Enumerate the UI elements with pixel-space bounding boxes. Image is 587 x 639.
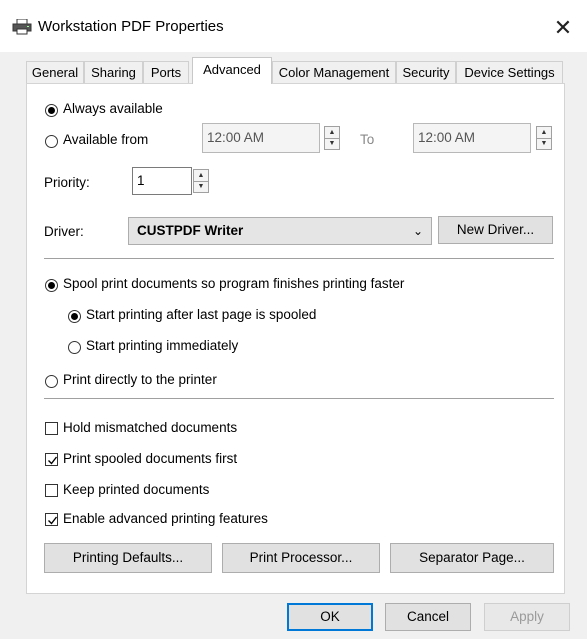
apply-button[interactable]: Apply: [484, 603, 570, 631]
new-driver-button[interactable]: New Driver...: [438, 216, 553, 244]
to-label: To: [360, 132, 375, 147]
driver-dropdown[interactable]: CUSTPDF Writer ⌄: [128, 217, 432, 245]
hold-mismatched-checkbox[interactable]: [45, 422, 58, 435]
enable-advanced-features-checkbox[interactable]: [45, 513, 58, 526]
to-time-spinner[interactable]: ▲ ▼: [536, 126, 552, 150]
tab-security[interactable]: Security: [396, 61, 456, 83]
priority-field[interactable]: 1: [132, 167, 192, 195]
start-after-last-page-radio[interactable]: [68, 310, 81, 323]
printing-defaults-button[interactable]: Printing Defaults...: [44, 543, 212, 573]
print-processor-button[interactable]: Print Processor...: [222, 543, 380, 573]
tab-color-management[interactable]: Color Management: [272, 61, 396, 83]
title-bar: Workstation PDF Properties ✕: [0, 0, 587, 52]
spin-down-icon[interactable]: ▼: [537, 138, 551, 149]
start-immediately-label: Start printing immediately: [86, 338, 239, 353]
window-title: Workstation PDF Properties: [38, 18, 224, 35]
to-time-field[interactable]: 12:00 AM: [413, 123, 531, 153]
checkmark-icon: [48, 516, 58, 525]
available-from-label: Available from: [63, 132, 149, 147]
enable-advanced-features-label: Enable advanced printing features: [63, 511, 268, 526]
spin-down-icon[interactable]: ▼: [325, 138, 339, 149]
driver-label: Driver:: [44, 224, 84, 239]
always-available-radio[interactable]: [45, 104, 58, 117]
print-directly-radio[interactable]: [45, 375, 58, 388]
cancel-button[interactable]: Cancel: [385, 603, 471, 631]
available-from-radio[interactable]: [45, 135, 58, 148]
priority-spinner[interactable]: ▲ ▼: [193, 169, 209, 193]
always-available-label: Always available: [63, 101, 163, 116]
spin-down-icon[interactable]: ▼: [194, 181, 208, 192]
start-after-last-page-label: Start printing after last page is spoole…: [86, 307, 317, 322]
chevron-down-icon: ⌄: [412, 224, 423, 238]
spool-radio[interactable]: [45, 279, 58, 292]
keep-printed-checkbox[interactable]: [45, 484, 58, 497]
print-spooled-first-label: Print spooled documents first: [63, 451, 238, 466]
from-time-spinner[interactable]: ▲ ▼: [324, 126, 340, 150]
tab-advanced[interactable]: Advanced: [192, 57, 272, 84]
priority-label: Priority:: [44, 175, 90, 190]
close-button[interactable]: ✕: [548, 14, 578, 44]
tab-sharing[interactable]: Sharing: [84, 61, 143, 83]
separator: [44, 398, 554, 399]
separator: [44, 258, 554, 259]
printer-icon: [12, 19, 32, 35]
checkmark-icon: [48, 456, 58, 465]
print-directly-label: Print directly to the printer: [63, 372, 217, 387]
hold-mismatched-label: Hold mismatched documents: [63, 420, 238, 435]
keep-printed-label: Keep printed documents: [63, 482, 210, 497]
from-time-field[interactable]: 12:00 AM: [202, 123, 320, 153]
tab-general[interactable]: General: [26, 61, 84, 83]
start-immediately-radio[interactable]: [68, 341, 81, 354]
print-spooled-first-checkbox[interactable]: [45, 453, 58, 466]
tab-ports[interactable]: Ports: [143, 61, 189, 83]
ok-button[interactable]: OK: [287, 603, 373, 631]
tab-device-settings[interactable]: Device Settings: [456, 61, 563, 83]
spool-label: Spool print documents so program finishe…: [63, 276, 405, 291]
separator-page-button[interactable]: Separator Page...: [390, 543, 554, 573]
driver-selected-value: CUSTPDF Writer: [137, 223, 244, 238]
